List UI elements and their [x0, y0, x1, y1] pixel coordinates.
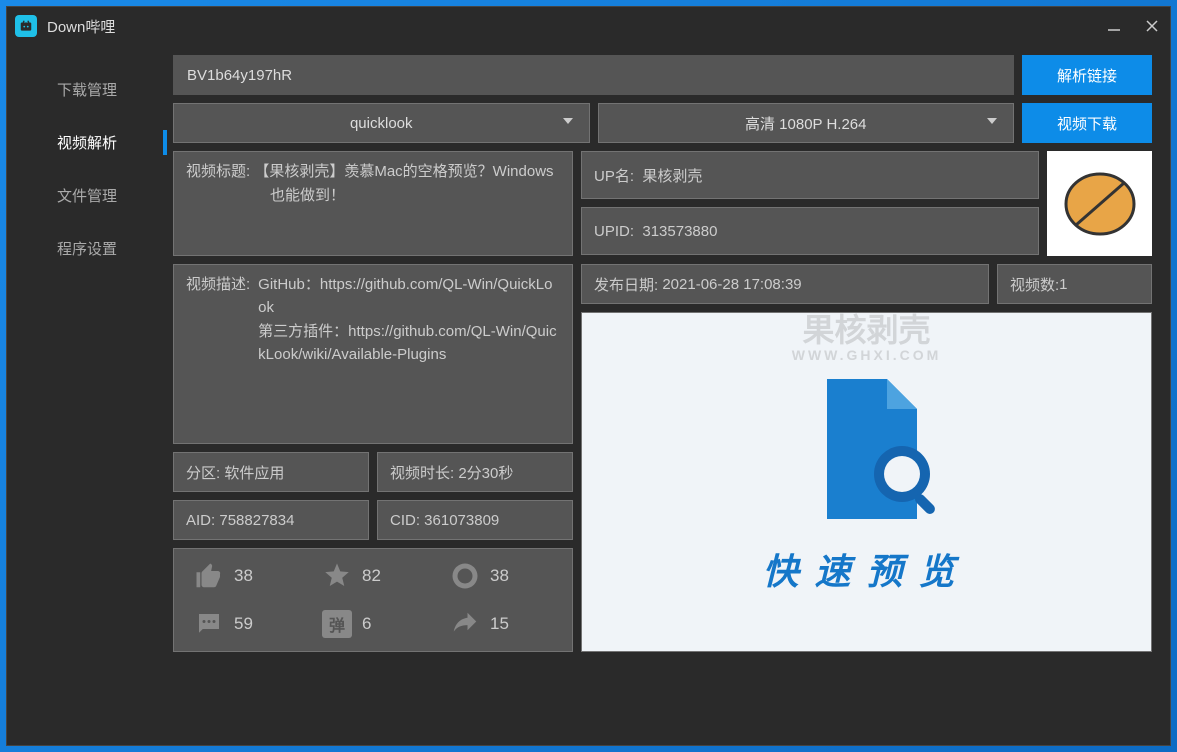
comment-stat: 59 [194, 609, 296, 639]
zone-label: 分区: [186, 462, 220, 483]
chevron-down-icon [561, 114, 575, 132]
title-value: 【果核剥壳】羡慕Mac的空格预览？Windows也能做到！ [254, 163, 553, 204]
count-label: 视频数: [1010, 274, 1059, 295]
quality-dropdown[interactable]: 高清 1080P H.264 [598, 103, 1015, 143]
sidebar-label: 视频解析 [57, 135, 117, 152]
desc-value: GitHub：https://github.com/QL-Win/QuickLo… [258, 273, 560, 366]
aid-panel: AID: 758827834 [173, 500, 369, 540]
titlebar: Down哔哩 [7, 7, 1170, 45]
upid-panel: UPID: 313573880 [581, 207, 1039, 255]
fav-stat: 82 [322, 561, 424, 591]
share-icon [450, 609, 480, 639]
url-input[interactable] [173, 55, 1014, 95]
watermark-url: WWW.GHXI.COM [792, 348, 942, 363]
upid-label: UPID: [594, 223, 634, 240]
pub-value: 2021-06-28 17:08:39 [662, 276, 801, 293]
video-preview: 果核剥壳 WWW.GHXI.COM 快速 [581, 312, 1152, 652]
up-label: UP名: [594, 165, 634, 186]
danmu-stat: 弹 6 [322, 609, 424, 639]
share-stat: 15 [450, 609, 552, 639]
title-panel: 视频标题: 【果核剥壳】羡慕Mac的空格预览？Windows也能做到！ [173, 151, 573, 256]
title-label: 视频标题: [186, 163, 250, 180]
cid-label: CID: [390, 512, 420, 529]
coin-icon [450, 561, 480, 591]
watermark: 果核剥壳 WWW.GHXI.COM [792, 313, 942, 364]
publish-panel: 发布日期: 2021-06-28 17:08:39 [581, 264, 989, 304]
sidebar-item-settings[interactable]: 程序设置 [7, 222, 167, 275]
thumbs-up-icon [194, 561, 224, 591]
cid-value: 361073809 [424, 512, 499, 529]
main-content: 解析链接 quicklook 高清 1080P H.264 视频下载 视频 [167, 45, 1170, 745]
sidebar: 下载管理 视频解析 文件管理 程序设置 [7, 45, 167, 745]
video-count-panel: 视频数: 1 [997, 264, 1152, 304]
download-button[interactable]: 视频下载 [1022, 103, 1152, 143]
zone-panel: 分区: 软件应用 [173, 452, 369, 492]
dropdown-value: 高清 1080P H.264 [745, 113, 866, 134]
up-value: 果核剥壳 [642, 165, 702, 186]
sidebar-item-downloads[interactable]: 下载管理 [7, 63, 167, 116]
sidebar-label: 下载管理 [57, 82, 117, 99]
coin-stat: 38 [450, 561, 552, 591]
danmu-count: 6 [362, 614, 371, 634]
app-icon [15, 15, 37, 37]
count-value: 1 [1059, 276, 1067, 293]
sidebar-item-files[interactable]: 文件管理 [7, 169, 167, 222]
source-dropdown[interactable]: quicklook [173, 103, 590, 143]
aid-value: 758827834 [219, 512, 294, 529]
upid-value: 313573880 [642, 223, 717, 240]
comment-count: 59 [234, 614, 253, 634]
share-count: 15 [490, 614, 509, 634]
desc-label: 视频描述: [186, 273, 250, 366]
close-button[interactable] [1142, 16, 1162, 36]
minimize-button[interactable] [1104, 16, 1124, 36]
duration-label: 视频时长: [390, 462, 454, 483]
zone-value: 软件应用 [224, 462, 284, 483]
preview-icon [807, 369, 927, 519]
like-count: 38 [234, 566, 253, 586]
cid-panel: CID: 361073809 [377, 500, 573, 540]
duration-panel: 视频时长: 2分30秒 [377, 452, 573, 492]
sidebar-item-parse[interactable]: 视频解析 [7, 116, 167, 169]
preview-caption: 快速预览 [762, 543, 970, 595]
danmu-icon: 弹 [322, 610, 352, 638]
aid-label: AID: [186, 512, 215, 529]
app-window: Down哔哩 下载管理 视频解析 文件管理 程序设置 解析链接 quickloo… [6, 6, 1171, 746]
sidebar-label: 程序设置 [57, 241, 117, 258]
avatar-icon [1061, 165, 1139, 243]
star-icon [322, 561, 352, 591]
watermark-text: 果核剥壳 [792, 313, 942, 348]
desc-panel: 视频描述: GitHub：https://github.com/QL-Win/Q… [173, 264, 573, 444]
fav-count: 82 [362, 566, 381, 586]
uploader-avatar [1047, 151, 1152, 256]
duration-value: 2分30秒 [458, 462, 513, 483]
window-title: Down哔哩 [47, 16, 1104, 37]
up-name-panel: UP名: 果核剥壳 [581, 151, 1039, 199]
chevron-down-icon [985, 114, 999, 132]
pub-label: 发布日期: [594, 274, 658, 295]
coin-count: 38 [490, 566, 509, 586]
like-stat: 38 [194, 561, 296, 591]
stats-panel: 38 82 38 59 [173, 548, 573, 652]
parse-button[interactable]: 解析链接 [1022, 55, 1152, 95]
dropdown-value: quicklook [350, 115, 413, 132]
sidebar-label: 文件管理 [57, 188, 117, 205]
comment-icon [194, 609, 224, 639]
